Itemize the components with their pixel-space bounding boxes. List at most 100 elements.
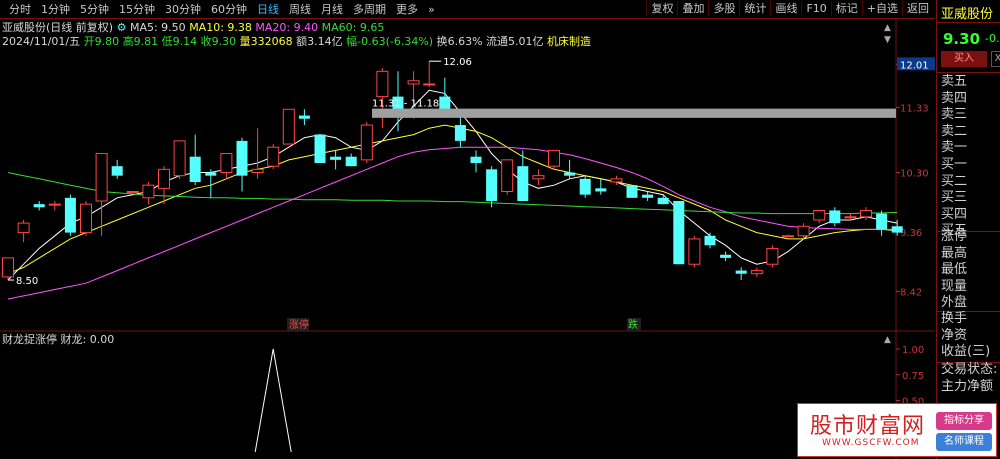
candle-body: [173, 140, 186, 177]
price-band: [372, 108, 896, 118]
candle-body: [345, 156, 357, 167]
ma5-line: [7, 89, 898, 281]
period-tab[interactable]: 月线: [316, 2, 348, 17]
indicator-spike-line: [254, 348, 292, 453]
indicator-share-button[interactable]: 指标分享: [936, 412, 992, 430]
amount-value: 额3.14亿: [296, 35, 343, 48]
candle-body: [595, 188, 607, 192]
candle-body: [64, 197, 76, 233]
more-arrow-icon[interactable]: »: [423, 2, 440, 17]
price-axis-label: 9.36: [900, 228, 922, 239]
panel-field-label: 交易状态:: [941, 362, 998, 377]
candle-body: [189, 156, 201, 182]
open-value: 开9.80: [83, 35, 120, 48]
candle-body: [158, 168, 170, 189]
toolbar-button[interactable]: 返回: [902, 1, 933, 16]
period-tab[interactable]: 30分钟: [160, 2, 206, 17]
panel-field-label: 现量: [941, 278, 968, 294]
candle-body: [501, 159, 514, 192]
toolbar-button[interactable]: 标记: [830, 1, 862, 16]
candle-body: [891, 226, 903, 233]
sub-axis-label: 0.75: [902, 371, 924, 382]
toolbar-button[interactable]: 统计: [739, 1, 770, 16]
candle-body: [95, 153, 108, 202]
candle-body: [80, 203, 92, 234]
expand-down-icon: ▼: [884, 35, 891, 45]
candle-body: [750, 270, 763, 275]
candle-body: [657, 197, 669, 205]
candle-body: [782, 235, 794, 238]
price-axis-label: 11.33: [900, 103, 929, 114]
candle-body: [439, 96, 451, 110]
site-watermark: 股市财富网 WWW.GSCFW.COM 指标分享 名师课程: [797, 403, 997, 457]
drop-marker: 跌: [628, 318, 638, 331]
candle-body: [548, 149, 560, 167]
period-tab[interactable]: 日线: [252, 2, 284, 17]
toolbar-button[interactable]: 叠加: [677, 1, 708, 16]
panel-field-label: 最低: [941, 262, 968, 278]
candle-body: [704, 235, 716, 246]
candle-body: [423, 83, 436, 86]
candle-body: [797, 225, 810, 237]
limit-up-marker: 涨停: [289, 318, 309, 331]
period-tab[interactable]: 5分钟: [75, 2, 114, 17]
period-tab[interactable]: 更多: [391, 2, 423, 17]
panel-field-label: 涨停: [941, 229, 968, 244]
candle-body: [486, 169, 498, 201]
panel-field-label: 买一: [941, 156, 968, 172]
candle-body: [564, 172, 576, 176]
kline-chart[interactable]: 12.01 11.33 10.30 9.36 8.42 11.31 - 11.18 12.…: [0, 0, 935, 459]
toolbar-button[interactable]: F10: [801, 1, 830, 16]
panel-field-label: 卖四: [941, 90, 968, 106]
candle-body: [220, 153, 233, 174]
period-tab[interactable]: 多周期: [348, 2, 391, 17]
panel-field-label: 买三: [941, 190, 968, 206]
panel-field-label: 卖三: [941, 107, 968, 123]
period-tab[interactable]: 15分钟: [114, 2, 160, 17]
period-tab[interactable]: 60分钟: [206, 2, 252, 17]
buy-button[interactable]: 买入: [941, 51, 987, 67]
toolbar-button[interactable]: +自选: [861, 1, 902, 16]
candle-body: [766, 247, 779, 265]
panel-field-label: 买四: [941, 206, 968, 222]
candle-body: [314, 134, 326, 164]
toolbar-button[interactable]: 画线: [770, 1, 801, 16]
period-tab[interactable]: 周线: [284, 2, 316, 17]
close-button[interactable]: X: [991, 51, 1000, 67]
change-value: 幅-0.63(-6.34%): [346, 35, 434, 48]
fundamental-stats: 换手 净资 收益(三): [941, 311, 990, 361]
toolbar-button[interactable]: 复权: [646, 1, 677, 16]
candle-body: [33, 204, 45, 208]
candle-body: [813, 209, 826, 221]
candle-body: [876, 213, 888, 230]
panel-field-label: 卖五: [941, 74, 968, 89]
candle-body: [673, 200, 685, 265]
candle-body: [610, 178, 623, 183]
candle-body: [330, 156, 342, 160]
indicator-title: 财龙捉涨停 财龙: 0.00: [2, 332, 114, 346]
panel-field-label: 买二: [941, 173, 968, 189]
candle-body: [532, 175, 545, 180]
period-tab[interactable]: 1分钟: [36, 2, 75, 17]
panel-change: -0.6: [985, 32, 1000, 45]
candle-body: [470, 156, 482, 164]
teacher-course-button[interactable]: 名师课程: [936, 433, 992, 451]
panel-field-label: 收益(三): [941, 344, 991, 360]
trade-status: 交易状态: 主力净额: [941, 362, 997, 395]
sub-collapse-icon: ▲: [884, 335, 891, 345]
candle-body: [2, 257, 14, 278]
candle-body: [642, 194, 654, 198]
candle-body: [517, 166, 529, 201]
candle-body: [282, 108, 295, 145]
ma20-line: [7, 146, 898, 300]
candle-body: [407, 80, 420, 85]
panel-field-label: 卖二: [941, 123, 968, 139]
price-axis-label: 8.42: [900, 287, 922, 298]
period-tab[interactable]: 分时: [4, 2, 36, 17]
candle-body: [251, 168, 264, 174]
toolbar-button[interactable]: 多股: [708, 1, 739, 16]
high-value: 高9.81: [122, 35, 159, 48]
top-toolbar: 分时 1分钟 5分钟 15分钟 30分钟 60分钟 日线 周线 月线 多周期 更多» 复权 叠加 多股统…: [0, 0, 935, 19]
sector-value[interactable]: 机床制造: [547, 35, 591, 48]
quote-stats: 涨停 最高 最低 现量 外盘: [941, 229, 967, 312]
